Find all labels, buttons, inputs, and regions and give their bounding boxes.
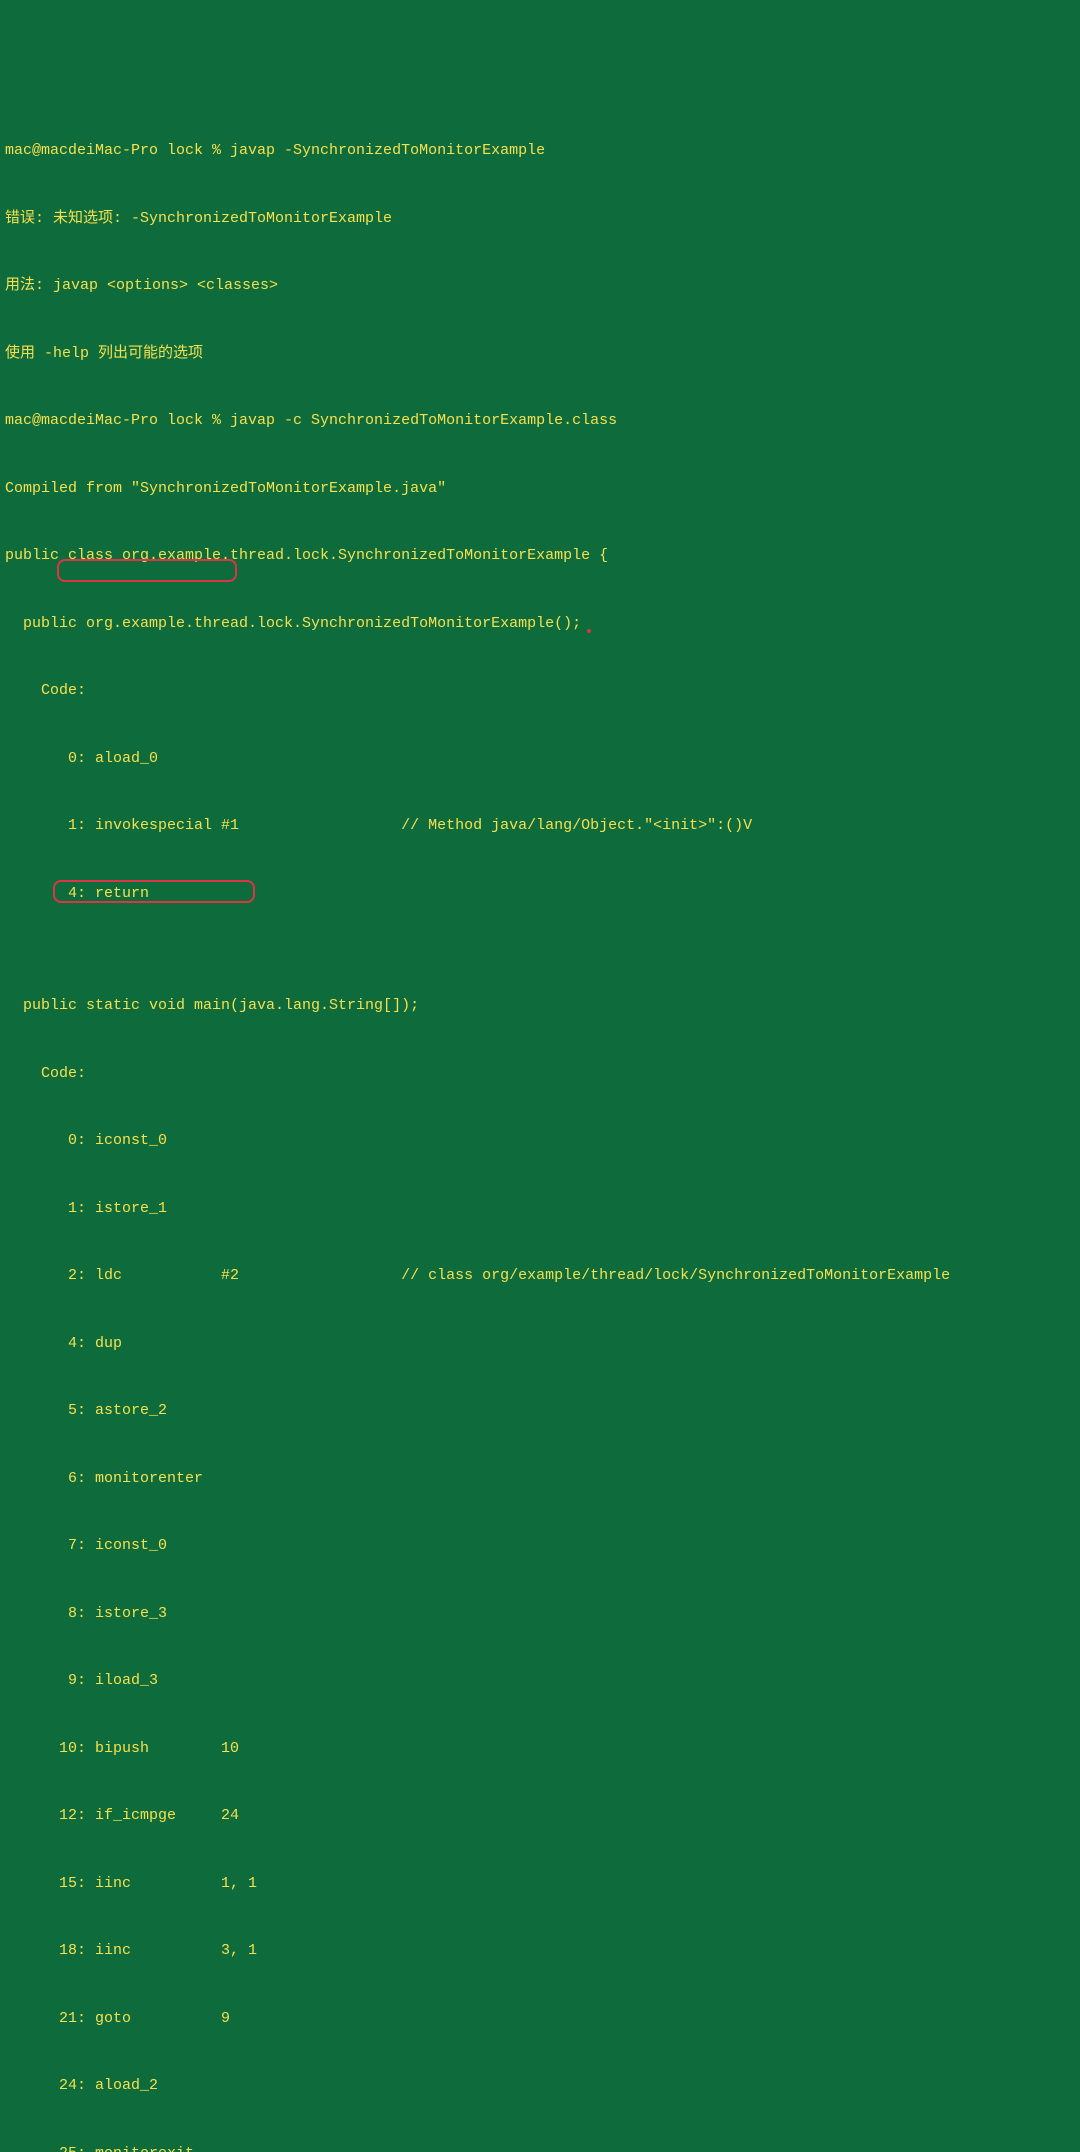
line-16: 1: istore_1: [5, 1198, 1075, 1221]
line-02: 用法: javap <options> <classes>: [5, 275, 1075, 298]
line-21: 7: iconst_0: [5, 1535, 1075, 1558]
line-03: 使用 -help 列出可能的选项: [5, 343, 1075, 366]
line-23: 9: iload_3: [5, 1670, 1075, 1693]
line-22: 8: istore_3: [5, 1603, 1075, 1626]
line-18: 4: dup: [5, 1333, 1075, 1356]
line-29: 24: aload_2: [5, 2075, 1075, 2098]
line-01: 错误: 未知选项: -SynchronizedToMonitorExample: [5, 208, 1075, 231]
line-05: Compiled from "SynchronizedToMonitorExam…: [5, 478, 1075, 501]
line-30: 25: monitorexit: [5, 2143, 1075, 2152]
line-08: Code:: [5, 680, 1075, 703]
line-27: 18: iinc 3, 1: [5, 1940, 1075, 1963]
red-dot-annotation: [587, 629, 591, 633]
line-04: mac@macdeiMac-Pro lock % javap -c Synchr…: [5, 410, 1075, 433]
line-28: 21: goto 9: [5, 2008, 1075, 2031]
line-15: 0: iconst_0: [5, 1130, 1075, 1153]
line-13: public static void main(java.lang.String…: [5, 995, 1075, 1018]
terminal-output: mac@macdeiMac-Pro lock % javap -Synchron…: [5, 95, 1075, 2152]
line-24: 10: bipush 10: [5, 1738, 1075, 1761]
line-07: public org.example.thread.lock.Synchroni…: [5, 613, 1075, 636]
line-19: 5: astore_2: [5, 1400, 1075, 1423]
line-09: 0: aload_0: [5, 748, 1075, 771]
line-26: 15: iinc 1, 1: [5, 1873, 1075, 1896]
line-06: public class org.example.thread.lock.Syn…: [5, 545, 1075, 568]
line-00: mac@macdeiMac-Pro lock % javap -Synchron…: [5, 140, 1075, 163]
line-14: Code:: [5, 1063, 1075, 1086]
line-11: 4: return: [5, 883, 1075, 906]
line-20: 6: monitorenter: [5, 1468, 1075, 1491]
line-17: 2: ldc #2 // class org/example/thread/lo…: [5, 1265, 1075, 1288]
line-10: 1: invokespecial #1 // Method java/lang/…: [5, 815, 1075, 838]
line-25: 12: if_icmpge 24: [5, 1805, 1075, 1828]
